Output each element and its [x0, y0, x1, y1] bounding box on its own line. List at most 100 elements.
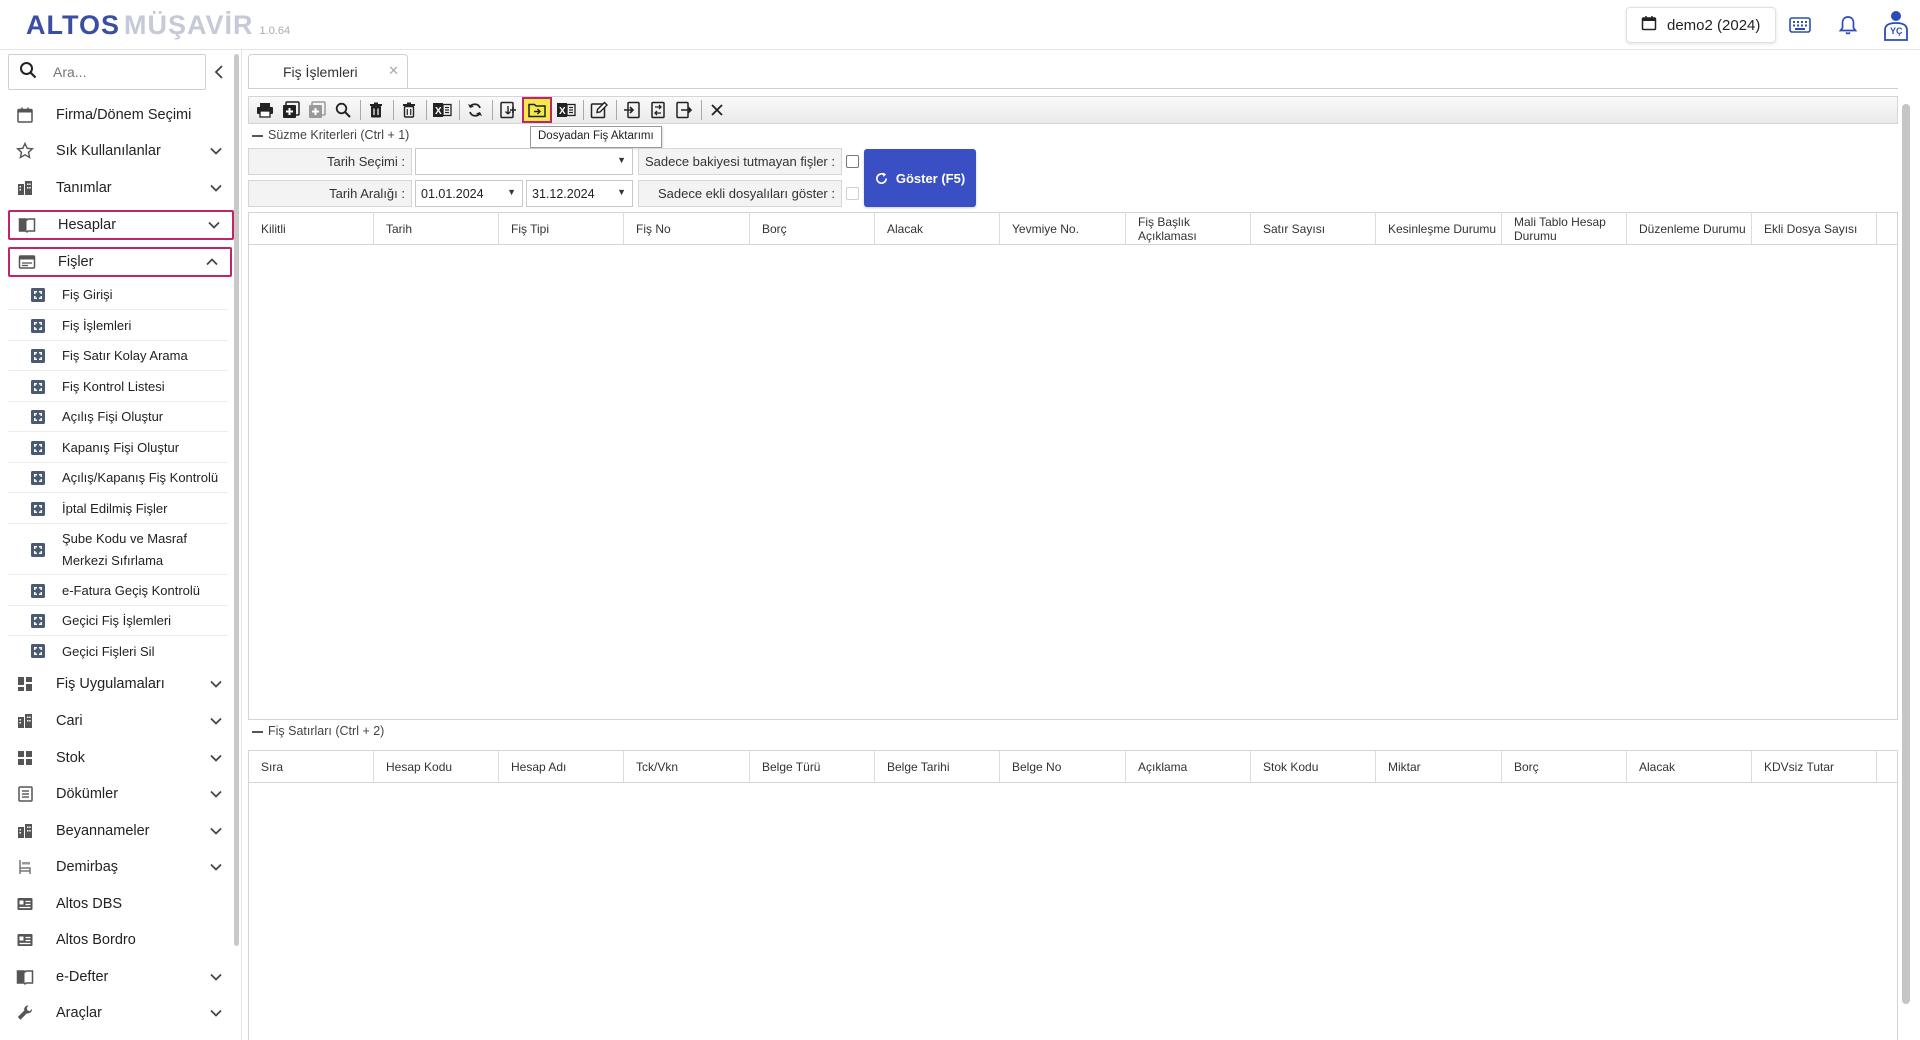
- column-header[interactable]: Hesap Adı: [499, 751, 624, 782]
- column-header[interactable]: Belge Türü: [750, 751, 875, 782]
- sidebar-subitem-fis-islemleri[interactable]: Fiş İşlemleri: [8, 311, 228, 341]
- column-header[interactable]: Tarih: [374, 213, 499, 244]
- column-header[interactable]: Hesap Kodu: [374, 751, 499, 782]
- column-header[interactable]: Alacak: [875, 213, 1000, 244]
- date-from-input[interactable]: 01.01.2024 ▼: [415, 180, 523, 207]
- column-header[interactable]: Sıra: [249, 751, 374, 782]
- sidebar-item-fis-uygulamalari[interactable]: Fiş Uygulamaları: [8, 669, 234, 699]
- search-input[interactable]: [53, 64, 193, 80]
- column-header[interactable]: Kilitli: [249, 213, 374, 244]
- delete-icon[interactable]: [364, 98, 388, 122]
- column-header[interactable]: Fiş Başlık Açıklaması: [1126, 213, 1251, 244]
- sidebar-item-accounts[interactable]: Hesaplar: [8, 210, 234, 240]
- sidebar-item-stok[interactable]: Stok: [8, 743, 234, 773]
- main-scrollbar[interactable]: [1902, 104, 1910, 1004]
- lines-section-toggle[interactable]: Fiş Satırları (Ctrl + 2): [252, 724, 384, 738]
- column-header[interactable]: Fiş Tipi: [499, 213, 624, 244]
- column-header[interactable]: Satır Sayısı: [1251, 213, 1376, 244]
- column-header[interactable]: Yevmiye No.: [1000, 213, 1126, 244]
- refresh-icon[interactable]: [463, 98, 487, 122]
- column-header[interactable]: Stok Kodu: [1251, 751, 1376, 782]
- sidebar-item-beyannameler[interactable]: Beyannameler: [8, 816, 234, 846]
- export-icon[interactable]: [672, 98, 696, 122]
- keyboard-icon[interactable]: [1787, 12, 1813, 38]
- sidebar-subitem-iptal-fisler[interactable]: İptal Edilmiş Fişler: [8, 494, 228, 524]
- column-header[interactable]: Borç: [1502, 751, 1627, 782]
- grid-icon: [16, 675, 42, 693]
- sidebar-item-label: Cari: [56, 713, 83, 729]
- column-header[interactable]: Belge No: [1000, 751, 1126, 782]
- date-to-input[interactable]: 31.12.2024 ▼: [526, 180, 633, 207]
- sidebar-item-definitions[interactable]: Tanımlar: [8, 173, 234, 203]
- sidebar-subitem-label-line1: Şube Kodu ve Masraf: [62, 530, 188, 546]
- company-period-button[interactable]: demo2 (2024): [1626, 7, 1776, 43]
- column-header[interactable]: Mali Tablo Hesap Durumu: [1502, 213, 1627, 244]
- sidebar-item-firma-donem[interactable]: Firma/Dönem Seçimi: [8, 100, 234, 130]
- sidebar-subitem-kapanis-fisi[interactable]: Kapanış Fişi Oluştur: [8, 433, 228, 463]
- bell-icon[interactable]: [1835, 12, 1861, 38]
- wrench-icon: [16, 1004, 42, 1022]
- sidebar-subitem-acilis-kapanis-kontrol[interactable]: Açılış/Kapanış Fiş Kontrolü: [8, 463, 228, 493]
- sidebar-subitem-kontrol-listesi[interactable]: Fiş Kontrol Listesi: [8, 372, 228, 402]
- column-header[interactable]: Borç: [750, 213, 875, 244]
- voucher-icon: [30, 348, 48, 364]
- sidebar-subitem-satir-arama[interactable]: Fiş Satır Kolay Arama: [8, 341, 228, 371]
- delete-outline-icon[interactable]: [397, 98, 421, 122]
- close-icon[interactable]: ✕: [388, 63, 399, 79]
- sidebar-subitem-label-line2: Merkezi Sıfırlama: [62, 552, 164, 568]
- sidebar-item-altos-bordro[interactable]: Altos Bordro: [8, 925, 234, 955]
- transfer-icon[interactable]: [646, 98, 670, 122]
- sidebar-subitem-acilis-fisi[interactable]: Açılış Fişi Oluştur: [8, 402, 228, 432]
- edit-icon[interactable]: [587, 98, 611, 122]
- column-header[interactable]: Açıklama: [1126, 751, 1251, 782]
- column-header[interactable]: Kesinleşme Durumu: [1376, 213, 1502, 244]
- app-logo[interactable]: ALTOS MÜŞAVİR 1.0.64: [26, 10, 290, 41]
- show-button-label: Göster (F5): [895, 170, 966, 186]
- book-icon: [16, 968, 42, 986]
- voucher-icon: [30, 379, 48, 395]
- voucher-icon: [30, 287, 48, 303]
- sidebar-item-favorites[interactable]: Sık Kullanılanlar: [8, 136, 234, 166]
- excel-export-icon[interactable]: X: [554, 98, 578, 122]
- tab-fis-islemleri[interactable]: Fiş İşlemleri ✕: [248, 54, 408, 88]
- column-header[interactable]: Ekli Dosya Sayısı: [1752, 213, 1877, 244]
- filter-section-toggle[interactable]: Süzme Kriterleri (Ctrl + 1): [252, 128, 409, 142]
- search-icon[interactable]: [331, 98, 355, 122]
- unbalanced-checkbox[interactable]: [846, 155, 859, 168]
- date-selection-dropdown[interactable]: ▼: [415, 148, 633, 175]
- sidebar-item-vouchers[interactable]: Fişler: [8, 247, 232, 277]
- column-header[interactable]: KDVsiz Tutar: [1752, 751, 1877, 782]
- show-button[interactable]: Göster (F5): [864, 149, 976, 207]
- sidebar-search[interactable]: [8, 54, 206, 90]
- column-header[interactable]: Düzenleme Durumu: [1627, 213, 1752, 244]
- sidebar-item-demirbas[interactable]: Demirbaş: [8, 852, 234, 882]
- column-header[interactable]: Alacak: [1627, 751, 1752, 782]
- sidebar-item-araclar[interactable]: Araçlar: [8, 998, 234, 1028]
- attached-checkbox[interactable]: [846, 187, 859, 200]
- sidebar-subitem-efatura-gecis[interactable]: e-Fatura Geçiş Kontrolü: [8, 576, 228, 606]
- sidebar-subitem-fis-girisi[interactable]: Fiş Girişi: [8, 280, 228, 310]
- sidebar-subitem-gecici-islemler[interactable]: Geçici Fiş İşlemleri: [8, 606, 228, 636]
- import-from-file-button[interactable]: [522, 97, 552, 123]
- column-header[interactable]: Fiş No: [624, 213, 750, 244]
- column-header[interactable]: Miktar: [1376, 751, 1502, 782]
- column-header[interactable]: Tck/Vkn: [624, 751, 750, 782]
- import-doc-icon[interactable]: [496, 98, 520, 122]
- sidebar-collapse-button[interactable]: [208, 60, 230, 84]
- add-copy-icon[interactable]: [305, 98, 329, 122]
- sidebar-scrollbar[interactable]: [234, 54, 239, 946]
- sidebar-item-altos-dbs[interactable]: Altos DBS: [8, 889, 234, 919]
- import-icon[interactable]: [620, 98, 644, 122]
- sidebar-subitem-gecici-sil[interactable]: Geçici Fişleri Sil: [8, 636, 228, 666]
- user-avatar[interactable]: YÇ: [1881, 10, 1911, 42]
- vouchers-grid-header: Kilitli Tarih Fiş Tipi Fiş No Borç Alaca…: [249, 213, 1897, 245]
- column-header[interactable]: Belge Tarihi: [875, 751, 1000, 782]
- print-icon[interactable]: [253, 98, 277, 122]
- excel-icon[interactable]: X: [430, 98, 454, 122]
- sidebar-item-cari[interactable]: Cari: [8, 706, 234, 736]
- sidebar-item-dokumler[interactable]: Dökümler: [8, 779, 234, 809]
- sidebar-subitem-sube-masraf[interactable]: Şube Kodu ve Masraf Merkezi Sıfırlama: [8, 525, 228, 575]
- add-icon[interactable]: [279, 98, 303, 122]
- close-icon[interactable]: [705, 98, 729, 122]
- sidebar-item-e-defter[interactable]: e-Defter: [8, 962, 234, 992]
